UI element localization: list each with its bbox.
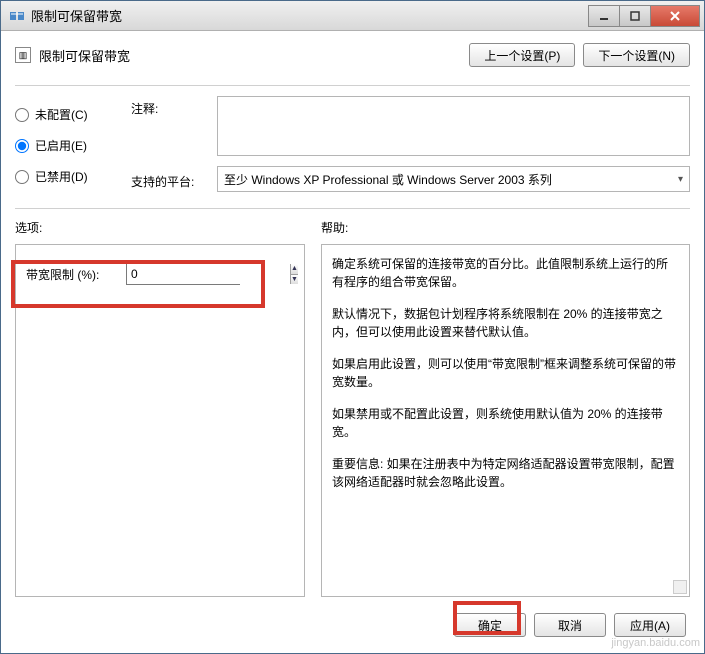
divider (15, 208, 690, 209)
ok-button[interactable]: 确定 (454, 613, 526, 637)
platform-value: 至少 Windows XP Professional 或 Windows Ser… (224, 171, 552, 188)
options-box: 带宽限制 (%): ▲ ▼ (15, 244, 305, 597)
chevron-down-icon: ▾ (678, 174, 683, 185)
radio-enabled[interactable]: 已启用(E) (15, 137, 115, 154)
platform-select[interactable]: 至少 Windows XP Professional 或 Windows Ser… (217, 166, 690, 192)
help-paragraph: 确定系统可保留的连接带宽的百分比。此值限制系统上运行的所有程序的组合带宽保留。 (332, 255, 679, 291)
comment-label: 注释: (131, 96, 209, 117)
maximize-button[interactable] (619, 5, 651, 27)
policy-icon: ▥ (15, 47, 31, 63)
bandwidth-limit-label: 带宽限制 (%): (26, 266, 118, 283)
platform-label: 支持的平台: (131, 169, 209, 190)
close-button[interactable] (650, 5, 700, 27)
help-box: 确定系统可保留的连接带宽的百分比。此值限制系统上运行的所有程序的组合带宽保留。 … (321, 244, 690, 597)
bandwidth-limit-field[interactable] (127, 264, 290, 284)
titlebar[interactable]: 限制可保留带宽 (1, 1, 704, 31)
divider (15, 85, 690, 86)
spin-down-icon[interactable]: ▼ (291, 275, 298, 285)
help-paragraph: 如果启用此设置，则可以使用“带宽限制”框来调整系统可保留的带宽数量。 (332, 355, 679, 391)
options-label: 选项: (15, 219, 305, 236)
scroll-corner (673, 580, 687, 594)
spin-up-icon[interactable]: ▲ (291, 264, 298, 275)
app-icon (9, 8, 25, 24)
radio-disabled[interactable]: 已禁用(D) (15, 168, 115, 185)
help-paragraph: 重要信息: 如果在注册表中为特定网络适配器设置带宽限制，配置该网络适配器时就会忽… (332, 455, 679, 491)
dialog-window: 限制可保留带宽 ▥ 限制可保留带宽 上一个设置(P) 下一个设置(N) 未配置(… (0, 0, 705, 654)
window-title: 限制可保留带宽 (31, 6, 589, 25)
bandwidth-limit-input[interactable]: ▲ ▼ (126, 263, 240, 285)
help-paragraph: 如果禁用或不配置此设置，则系统使用默认值为 20% 的连接带宽。 (332, 405, 679, 441)
radio-unconfigured[interactable]: 未配置(C) (15, 106, 115, 123)
minimize-button[interactable] (588, 5, 620, 27)
cancel-button[interactable]: 取消 (534, 613, 606, 637)
help-paragraph: 默认情况下，数据包计划程序将系统限制在 20% 的连接带宽之内，但可以使用此设置… (332, 305, 679, 341)
apply-button[interactable]: 应用(A) (614, 613, 686, 637)
page-title: 限制可保留带宽 (39, 46, 130, 65)
comment-textarea[interactable] (217, 96, 690, 156)
help-label: 帮助: (321, 219, 690, 236)
prev-setting-button[interactable]: 上一个设置(P) (469, 43, 575, 67)
next-setting-button[interactable]: 下一个设置(N) (583, 43, 690, 67)
